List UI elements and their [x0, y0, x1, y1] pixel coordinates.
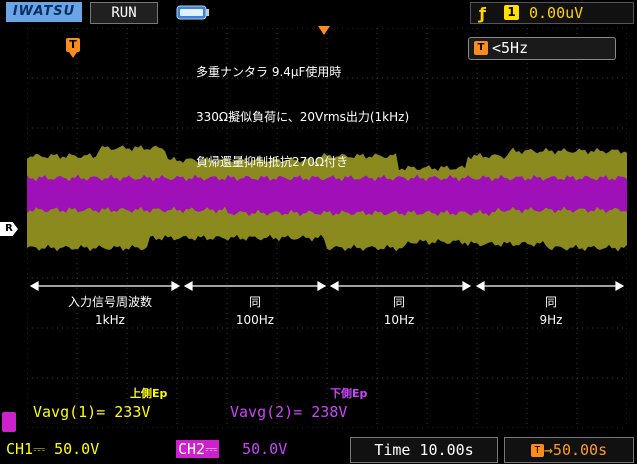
segment-label-1: 入力信号周波数 1kHz	[40, 293, 180, 327]
segment-title: 同	[248, 295, 261, 309]
annotation-line1: 多重ナンタラ 9.4μF使用時	[196, 65, 342, 79]
frequency-readout[interactable]: T <5Hz	[468, 37, 616, 60]
battery-icon	[176, 5, 209, 20]
trigger-channel-badge: 1	[504, 5, 519, 20]
arrow-right-icon: →	[543, 441, 553, 459]
trigger-status[interactable]: ƒ 1 0.00uV	[470, 2, 634, 24]
segment-title: 同	[544, 295, 557, 309]
trigger-level: 0.00uV	[529, 4, 584, 22]
reference-marker: R	[0, 222, 18, 236]
arrow-left-icon	[29, 280, 39, 292]
brand-logo: IWATSU	[6, 2, 82, 22]
arrow-left-icon	[475, 280, 485, 292]
trigger-delay[interactable]: T →50.00s	[504, 437, 634, 463]
frequency-value: <5Hz	[492, 39, 529, 57]
upper-ep-label: 上側Ep	[130, 387, 168, 400]
segment-title: 同	[392, 295, 405, 309]
annotation-line3: 負帰還量抑制抵抗270Ω付き	[196, 155, 349, 169]
annotation-line2: 330Ω擬似負荷に、20Vrms出力(1kHz)	[196, 110, 410, 124]
ch2-scale-value: 50.0V	[242, 440, 288, 458]
rising-edge-icon: ƒ	[479, 4, 486, 23]
run-status-button[interactable]: RUN	[90, 2, 158, 24]
arrow-right-icon	[171, 280, 181, 292]
timebase[interactable]: Time 10.00s	[350, 437, 498, 463]
trigger-marker: T	[66, 38, 80, 58]
arrow-right-icon	[615, 280, 625, 292]
trigger-t-icon: T	[474, 41, 488, 55]
arrow-left-icon	[183, 280, 193, 292]
arrow-right-icon	[462, 280, 472, 292]
segment-label-4: 同 9Hz	[492, 293, 610, 327]
segment-label-3: 同 10Hz	[340, 293, 458, 327]
lower-ep-label: 下側Ep	[330, 387, 368, 400]
segment-freq: 100Hz	[235, 313, 275, 327]
segment-freq: 10Hz	[383, 313, 415, 327]
ch1-scale[interactable]: CH1⎓ 50.0V	[6, 437, 140, 461]
delay-value: 50.00s	[552, 441, 608, 459]
annotation-text: 多重ナンタラ 9.4μF使用時 330Ω擬似負荷に、20Vrms出力(1kHz)…	[196, 35, 409, 200]
segment-title: 入力信号周波数	[67, 295, 152, 309]
ch2-offset-marker	[2, 412, 16, 432]
ch2-tag: CH2⎓	[176, 440, 220, 458]
ch1-avg-measurement: Vavg(1)= 233V	[33, 403, 151, 421]
oscilloscope-screen: { "header": { "brand": "IWATSU", "run_st…	[0, 0, 637, 464]
segment-freq: 9Hz	[539, 313, 563, 327]
trigger-t-icon: T	[530, 444, 544, 457]
arrow-left-icon	[329, 280, 339, 292]
segment-freq: 1kHz	[95, 313, 125, 327]
ch2-scale[interactable]: CH2⎓ 50.0V	[176, 437, 324, 461]
segment-label-2: 同 100Hz	[196, 293, 314, 327]
ch2-avg-measurement: Vavg(2)= 238V	[230, 403, 348, 421]
arrow-right-icon	[317, 280, 327, 292]
